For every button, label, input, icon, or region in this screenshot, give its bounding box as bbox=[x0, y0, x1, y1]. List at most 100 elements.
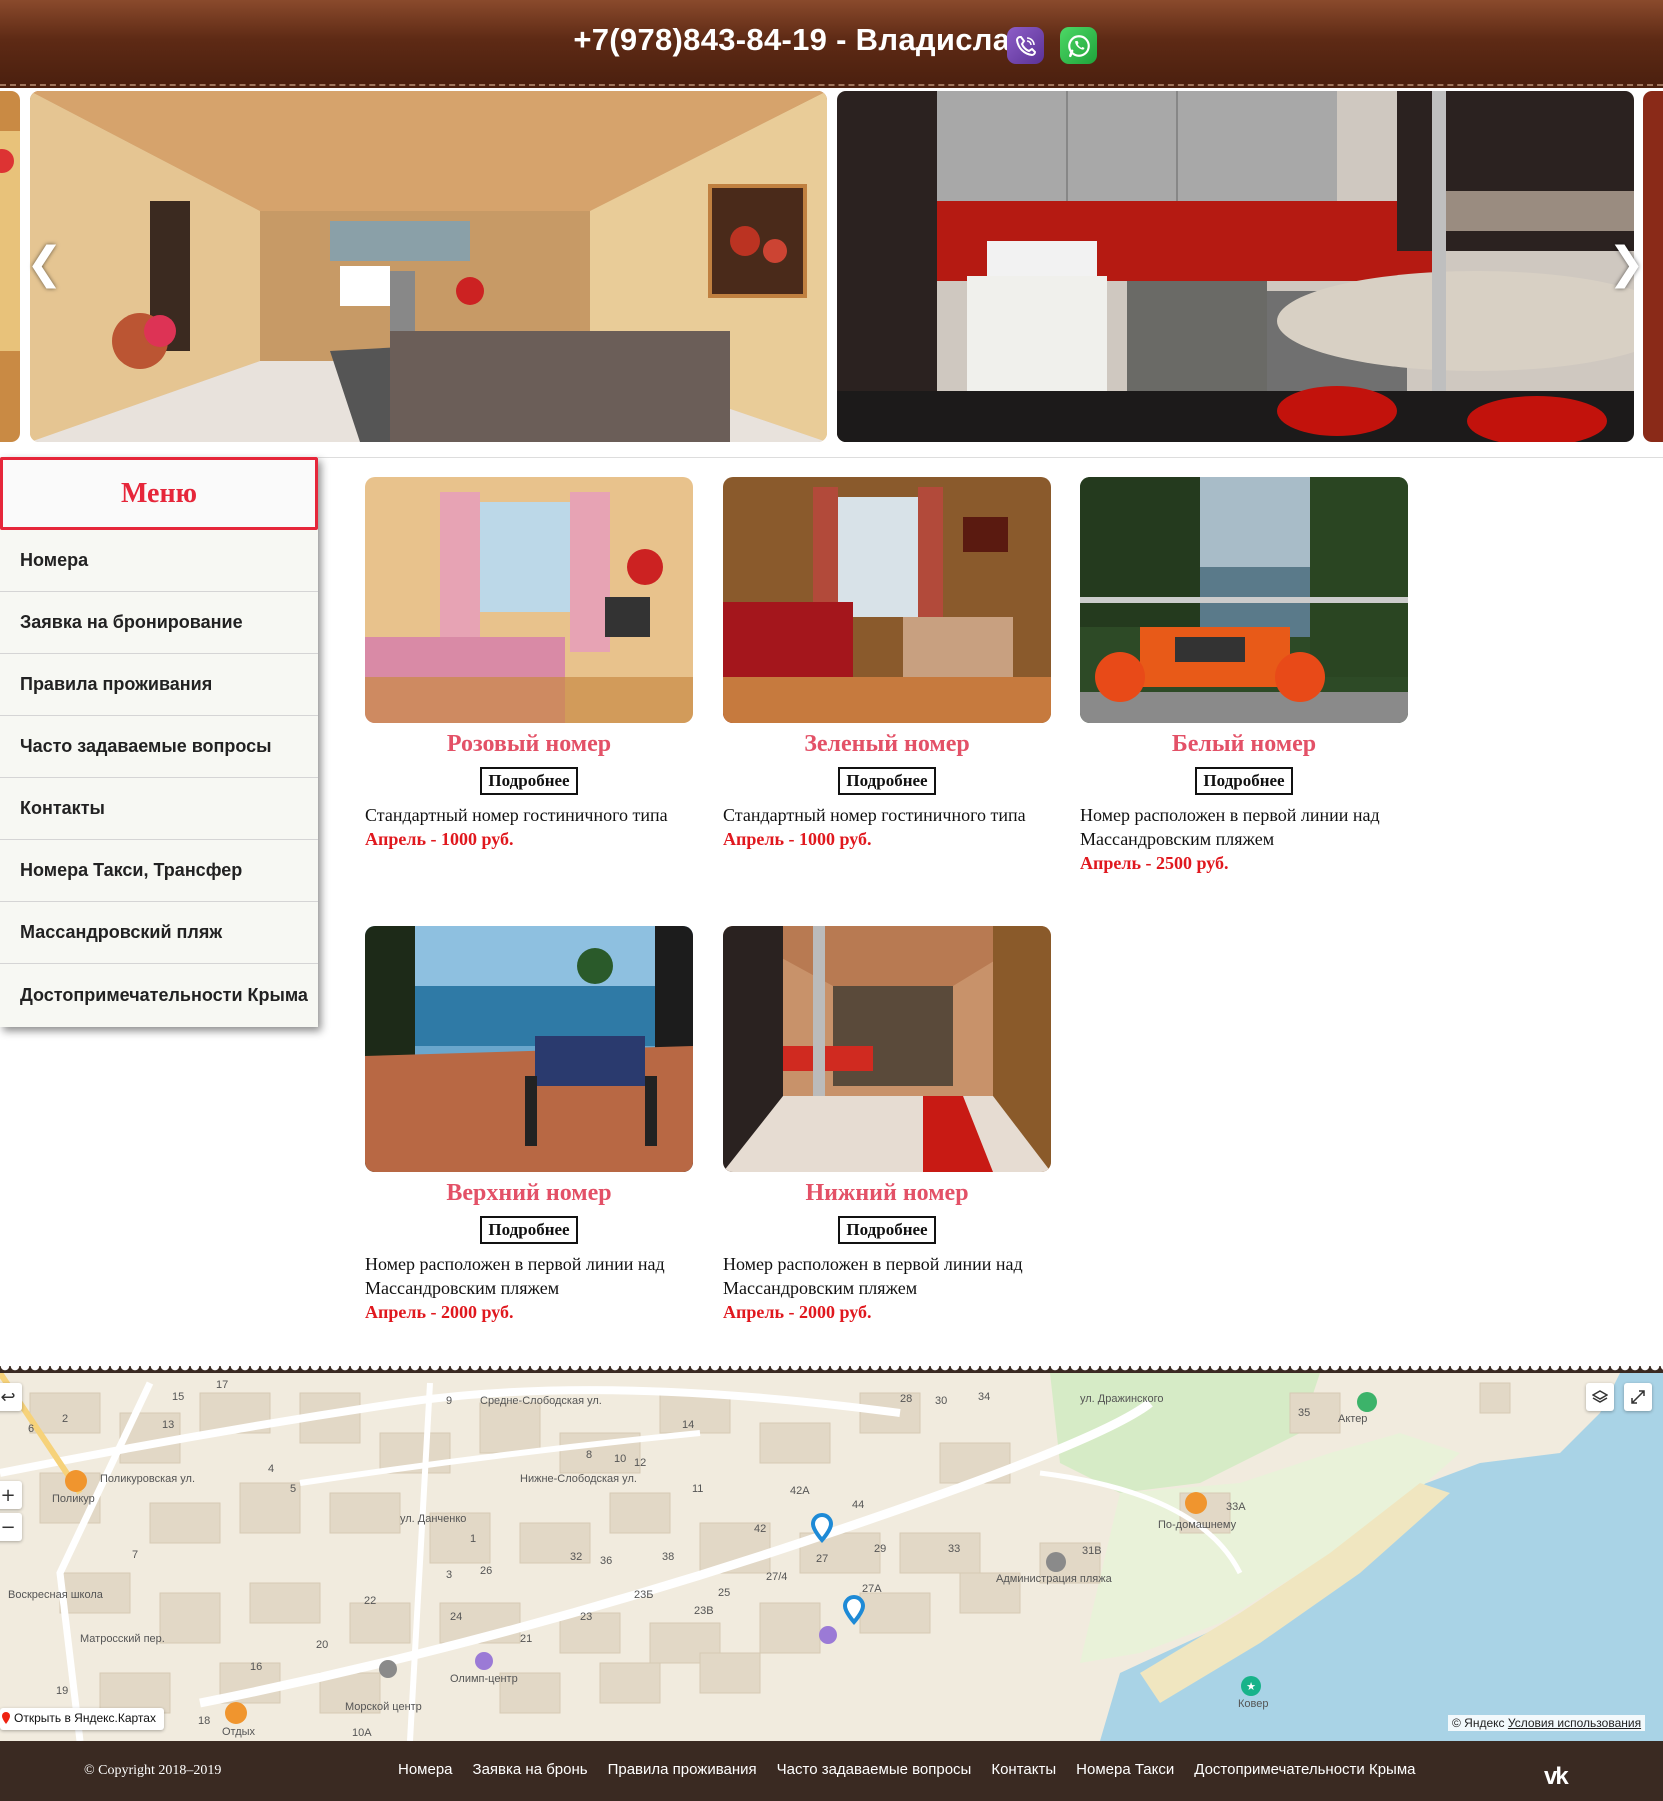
map-label: Олимп-центр bbox=[450, 1673, 518, 1685]
shop-icon[interactable] bbox=[64, 1469, 88, 1493]
footer-link-sights[interactable]: Достопримечательности Крыма bbox=[1194, 1761, 1415, 1778]
map-label: 4 bbox=[268, 1463, 275, 1475]
footer-link-booking[interactable]: Заявка на бронь bbox=[473, 1761, 588, 1778]
map-label: 9 bbox=[446, 1395, 453, 1407]
map-label: 23 bbox=[580, 1611, 593, 1623]
slider-prev-arrow-icon[interactable]: ❮ bbox=[26, 238, 63, 289]
room-price: Апрель - 2500 руб. bbox=[1080, 853, 1229, 873]
map-label: 25 bbox=[718, 1587, 731, 1599]
room-name: Белый номер bbox=[1171, 731, 1317, 757]
details-button[interactable]: Подробнее bbox=[838, 1216, 936, 1244]
svg-text:★: ★ bbox=[1246, 1680, 1256, 1693]
open-in-yandex-maps-label: Открыть в Яндекс.Картах bbox=[14, 1711, 156, 1725]
restaurant-icon[interactable] bbox=[1184, 1491, 1208, 1515]
room-photo[interactable] bbox=[723, 926, 1051, 1172]
map-label: 23В bbox=[694, 1605, 714, 1617]
map-label: 33 bbox=[948, 1543, 961, 1555]
map-pin-icon[interactable] bbox=[842, 1595, 876, 1641]
room-card-white: Белый номер Подробнее Номер расположен в… bbox=[1080, 477, 1408, 875]
room-card-lower: Нижний номер Подробнее Номер расположен … bbox=[723, 926, 1051, 1324]
map-label: ул. Данченко bbox=[400, 1513, 467, 1525]
terms-link[interactable]: Условия использования bbox=[1508, 1716, 1641, 1730]
admin-icon[interactable] bbox=[1045, 1551, 1067, 1573]
map-label: 42 bbox=[754, 1523, 767, 1535]
hotel-icon[interactable] bbox=[818, 1625, 838, 1645]
room-price: Апрель - 1000 руб. bbox=[365, 829, 514, 849]
hotel-icon[interactable] bbox=[474, 1651, 494, 1671]
menu-item-rooms[interactable]: Номера bbox=[0, 530, 318, 592]
details-button[interactable]: Подробнее bbox=[480, 1216, 578, 1244]
map-label: 12 bbox=[634, 1457, 647, 1469]
map-label: 21 bbox=[520, 1633, 533, 1645]
map-label: 34 bbox=[978, 1391, 991, 1403]
map-label: Поликур bbox=[52, 1493, 95, 1505]
menu-item-sights[interactable]: Достопримечательности Крыма bbox=[0, 964, 318, 1026]
yandex-copyright: © Яндекс bbox=[1452, 1716, 1505, 1730]
footer-link-contacts[interactable]: Контакты bbox=[991, 1761, 1056, 1778]
room-name: Нижний номер bbox=[805, 1180, 969, 1206]
map-label: 28 bbox=[900, 1393, 913, 1405]
map-label: 38 bbox=[662, 1551, 675, 1563]
footer-copyright: © Copyright 2018–2019 bbox=[84, 1763, 222, 1778]
menu-title: Меню bbox=[0, 457, 318, 530]
open-in-yandex-maps-link[interactable]: Открыть в Яндекс.Картах bbox=[0, 1708, 164, 1730]
details-button[interactable]: Подробнее bbox=[480, 767, 578, 795]
map-label: 42А bbox=[790, 1485, 810, 1497]
whatsapp-icon[interactable] bbox=[1060, 27, 1097, 64]
details-button[interactable]: Подробнее bbox=[838, 767, 936, 795]
room-photo[interactable] bbox=[365, 926, 693, 1172]
theater-icon[interactable] bbox=[1356, 1391, 1378, 1413]
map-label: 44 bbox=[852, 1499, 865, 1511]
viber-icon[interactable] bbox=[1007, 27, 1044, 64]
map-label: Морской центр bbox=[345, 1701, 422, 1713]
header: +7(978)843-84-19 - Владислав bbox=[0, 0, 1663, 88]
phone-number[interactable]: +7(978)843-84-19 - Владислав bbox=[0, 22, 1663, 58]
map-label: 24 bbox=[450, 1611, 463, 1623]
menu-item-rules[interactable]: Правила проживания bbox=[0, 654, 318, 716]
menu-item-taxi[interactable]: Номера Такси, Трансфер bbox=[0, 840, 318, 902]
room-photo[interactable] bbox=[365, 477, 693, 723]
leisure-icon[interactable] bbox=[224, 1701, 248, 1725]
slider-next-arrow-icon[interactable]: ❯ bbox=[1608, 238, 1645, 289]
map-label: 23Б bbox=[634, 1589, 654, 1601]
room-photo[interactable] bbox=[1080, 477, 1408, 723]
map-label: Нижне-Слободская ул. bbox=[520, 1473, 637, 1485]
building-icon[interactable] bbox=[378, 1659, 398, 1679]
menu-item-booking[interactable]: Заявка на бронирование bbox=[0, 592, 318, 654]
map-label: Ковер bbox=[1238, 1698, 1269, 1710]
map-label: 27А bbox=[862, 1583, 882, 1595]
menu-item-contacts[interactable]: Контакты bbox=[0, 778, 318, 840]
star-icon[interactable]: ★ bbox=[1240, 1675, 1262, 1697]
footer-link-faq[interactable]: Часто задаваемые вопросы bbox=[777, 1761, 972, 1778]
photo-slider[interactable]: ❮ ❯ bbox=[0, 88, 1663, 458]
room-description: Номер расположен в первой линии над Масс… bbox=[723, 1254, 1023, 1298]
menu-item-faq[interactable]: Часто задаваемые вопросы bbox=[0, 716, 318, 778]
map-label: 8 bbox=[586, 1449, 593, 1461]
room-price: Апрель - 2000 руб. bbox=[365, 1302, 514, 1322]
footer-link-rules[interactable]: Правила проживания bbox=[608, 1761, 757, 1778]
map-label: 17 bbox=[216, 1379, 229, 1391]
footer: © Copyright 2018–2019 Номера Заявка на б… bbox=[0, 1741, 1663, 1801]
slide-room-photo bbox=[30, 91, 827, 442]
map-label: 29 bbox=[874, 1543, 887, 1555]
map-label: 19 bbox=[56, 1685, 69, 1697]
map-label: 36 bbox=[600, 1555, 613, 1567]
footer-link-taxi[interactable]: Номера Такси bbox=[1076, 1761, 1174, 1778]
zoom-in-button[interactable]: + bbox=[0, 1481, 22, 1509]
map-label: 30 bbox=[935, 1395, 948, 1407]
room-card-green: Зеленый номер Подробнее Стандартный номе… bbox=[723, 477, 1051, 851]
details-button[interactable]: Подробнее bbox=[1195, 767, 1293, 795]
layers-icon[interactable] bbox=[1586, 1383, 1614, 1411]
menu-item-beach[interactable]: Массандровский пляж bbox=[0, 902, 318, 964]
zoom-out-button[interactable]: − bbox=[0, 1513, 22, 1541]
map-label: Воскресная школа bbox=[8, 1589, 103, 1601]
yandex-map[interactable]: Средне-Слободская ул. ул. Дражинского Ни… bbox=[0, 1373, 1663, 1741]
room-photo[interactable] bbox=[723, 477, 1051, 723]
map-pin-icon[interactable] bbox=[810, 1513, 840, 1553]
vk-icon[interactable]: vk bbox=[1544, 1763, 1569, 1791]
map-label: 32 bbox=[570, 1551, 583, 1563]
footer-link-rooms[interactable]: Номера bbox=[398, 1761, 453, 1778]
fullscreen-icon[interactable] bbox=[1624, 1383, 1652, 1411]
page: { "header": {"phone": "+7(978)843-84-19 … bbox=[0, 0, 1663, 1801]
route-icon[interactable]: ↩ bbox=[0, 1383, 22, 1411]
